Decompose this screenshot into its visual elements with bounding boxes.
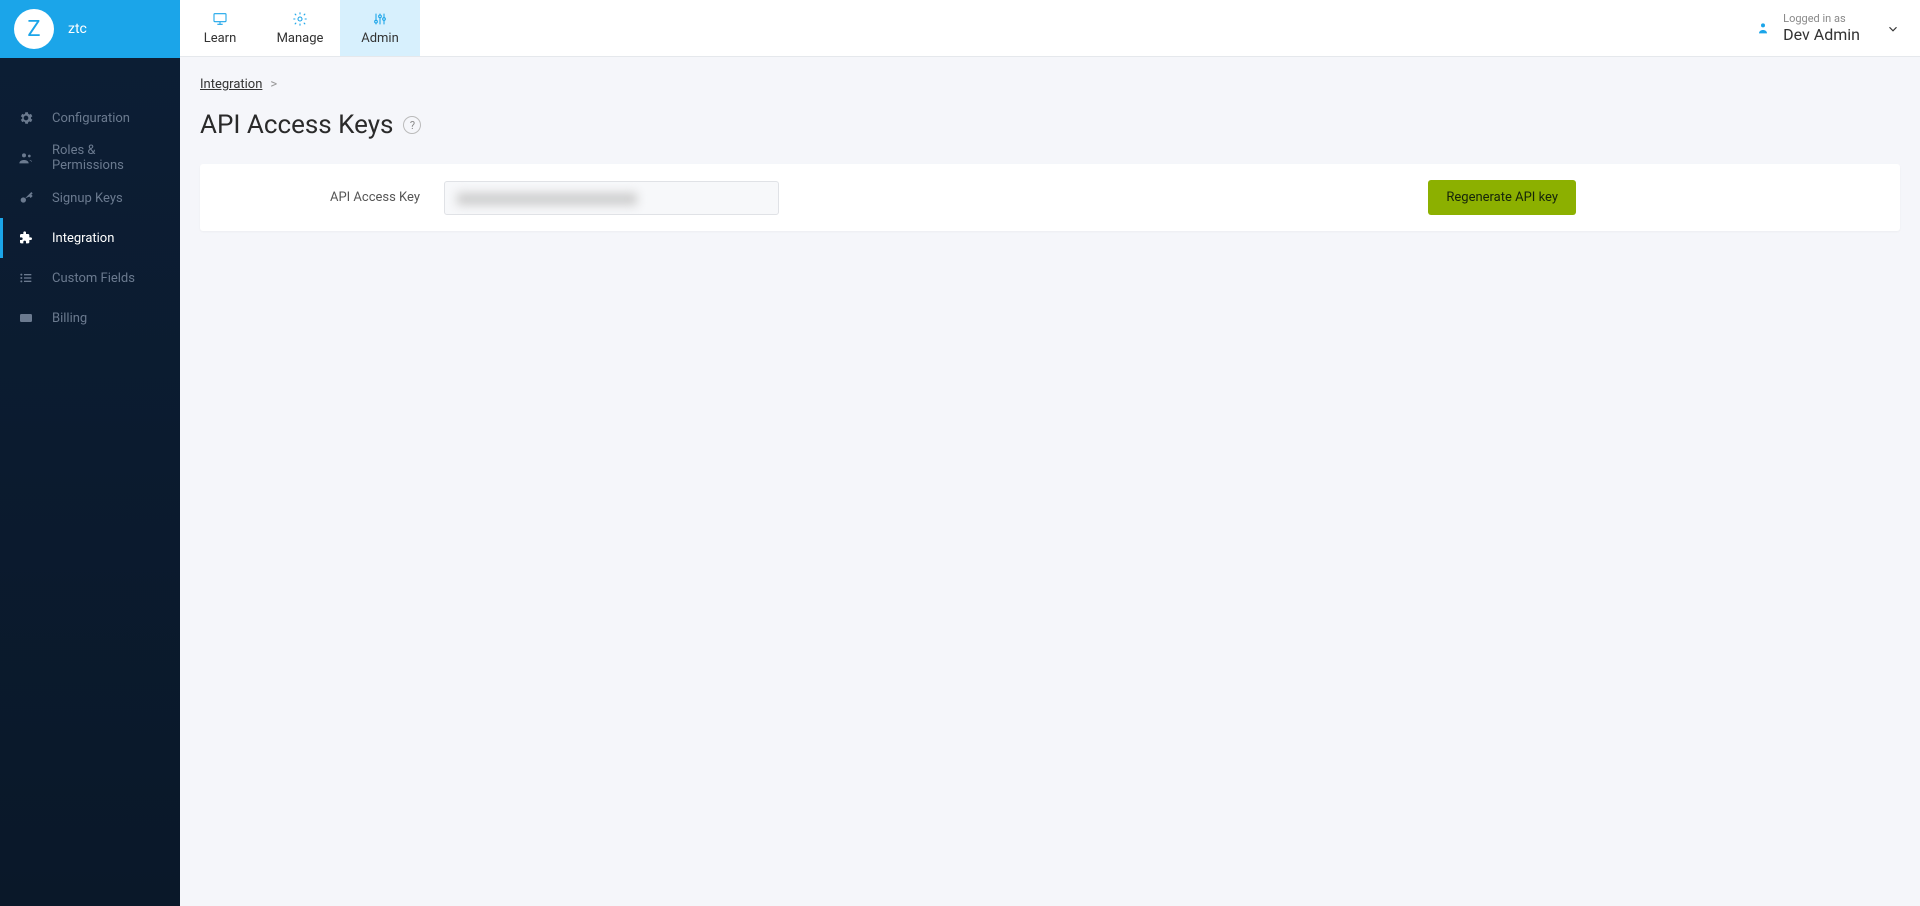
key-icon (18, 190, 34, 206)
tab-label: Admin (361, 31, 399, 46)
sidebar-item-label: Custom Fields (52, 271, 135, 286)
user-icon (1755, 20, 1771, 36)
users-icon (18, 150, 34, 166)
sidebar-item-label: Roles & Permissions (52, 143, 162, 173)
sidebar-item-label: Configuration (52, 111, 130, 126)
api-key-blurred (457, 193, 637, 205)
sidebar-item-label: Billing (52, 311, 87, 326)
sidebar-item-label: Signup Keys (52, 191, 123, 206)
breadcrumb-link[interactable]: Integration (200, 77, 262, 92)
sidebar: Z ztc Configuration Roles & Permissions … (0, 0, 180, 906)
monitor-icon (212, 11, 228, 27)
puzzle-icon (18, 230, 34, 246)
api-key-panel: API Access Key Regenerate API key (200, 164, 1900, 231)
api-key-field[interactable] (444, 181, 779, 215)
sidebar-item-custom-fields[interactable]: Custom Fields (0, 258, 180, 298)
sidebar-nav: Configuration Roles & Permissions Signup… (0, 58, 180, 338)
sidebar-item-label: Integration (52, 231, 114, 246)
org-avatar: Z (14, 9, 54, 49)
regenerate-button[interactable]: Regenerate API key (1428, 180, 1576, 215)
sliders-icon (372, 11, 388, 27)
page-title-row: API Access Keys ? (200, 110, 1900, 140)
breadcrumb: Integration > (200, 77, 1900, 92)
main: Learn Manage Admin Logged in as (180, 0, 1920, 906)
sidebar-item-billing[interactable]: Billing (0, 298, 180, 338)
page-title: API Access Keys (200, 110, 393, 140)
user-menu[interactable]: Logged in as Dev Admin (1735, 0, 1920, 56)
topbar-spacer (420, 0, 1735, 56)
user-text: Logged in as Dev Admin (1783, 12, 1860, 44)
sidebar-item-configuration[interactable]: Configuration (0, 98, 180, 138)
org-avatar-letter: Z (27, 17, 40, 42)
card-icon (18, 310, 34, 326)
api-key-label: API Access Key (224, 190, 444, 205)
list-icon (18, 270, 34, 286)
tab-label: Manage (277, 31, 324, 46)
breadcrumb-sep: > (270, 77, 277, 92)
gear-icon (18, 110, 34, 126)
org-name: ztc (68, 21, 87, 37)
content: Integration > API Access Keys ? API Acce… (180, 57, 1920, 906)
help-icon[interactable]: ? (403, 116, 421, 134)
user-name: Dev Admin (1783, 25, 1860, 44)
top-tabs: Learn Manage Admin (180, 0, 420, 56)
user-prefix: Logged in as (1783, 12, 1860, 25)
tab-manage[interactable]: Manage (260, 0, 340, 56)
tab-label: Learn (204, 31, 237, 46)
cog-icon (292, 11, 308, 27)
tab-learn[interactable]: Learn (180, 0, 260, 56)
sidebar-item-integration[interactable]: Integration (0, 218, 180, 258)
sidebar-item-roles[interactable]: Roles & Permissions (0, 138, 180, 178)
topbar: Learn Manage Admin Logged in as (180, 0, 1920, 57)
sidebar-item-signup-keys[interactable]: Signup Keys (0, 178, 180, 218)
sidebar-header: Z ztc (0, 0, 180, 58)
chevron-down-icon (1886, 21, 1900, 35)
tab-admin[interactable]: Admin (340, 0, 420, 56)
